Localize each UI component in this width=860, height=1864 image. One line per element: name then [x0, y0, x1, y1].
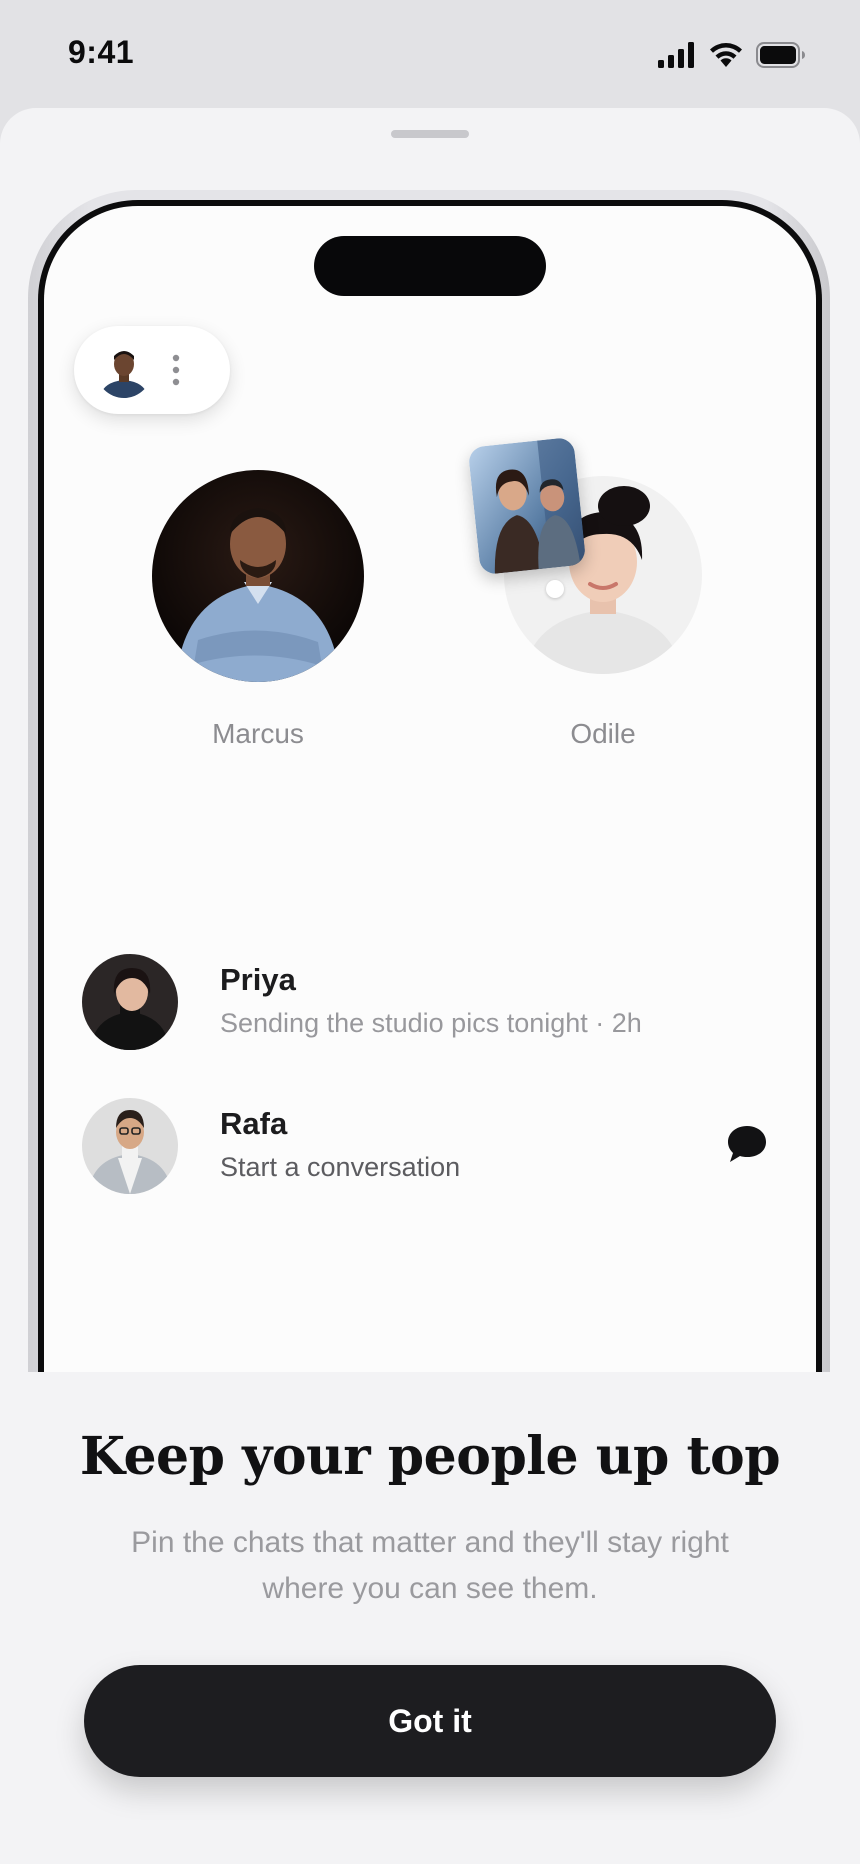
- user-avatar: [96, 342, 152, 398]
- chat-row-priya[interactable]: Priya Sending the studio pics tonight · …: [44, 934, 816, 1054]
- battery-icon: [756, 42, 805, 68]
- pinned-avatar-marcus[interactable]: [152, 470, 364, 682]
- chat-name: Rafa: [220, 1106, 288, 1141]
- phone-mockup: Marcus Odile Priya Sending the studio pi…: [38, 200, 822, 1480]
- profile-menu-pill[interactable]: [74, 326, 230, 414]
- chat-preview: Start a conversation: [220, 1152, 461, 1182]
- got-it-button[interactable]: Got it: [84, 1665, 776, 1777]
- story-preview-card[interactable]: [467, 436, 587, 576]
- status-icons: [658, 40, 806, 70]
- story-indicator-dot: [546, 580, 564, 598]
- story-photo: [467, 436, 587, 576]
- chat-name: Priya: [220, 962, 296, 997]
- chat-preview: Sending the studio pics tonight · 2h: [220, 1008, 642, 1038]
- avatar: [82, 1098, 178, 1194]
- pinned-name-odile: Odile: [570, 718, 636, 749]
- dynamic-island: [314, 236, 546, 296]
- chat-bubble-icon[interactable]: [726, 1124, 768, 1164]
- onboarding-title: Keep your people up top: [79, 1426, 781, 1487]
- phone-screen: Marcus Odile Priya Sending the studio pi…: [44, 206, 816, 1480]
- more-vertical-icon[interactable]: [164, 350, 188, 390]
- sheet-grabber[interactable]: [391, 130, 469, 138]
- status-bar: 9:41: [0, 0, 860, 108]
- status-time: 9:41: [68, 34, 135, 70]
- avatar: [82, 954, 178, 1050]
- signal-icon: [658, 42, 694, 68]
- wifi-icon: [710, 43, 742, 67]
- pinned-name-marcus: Marcus: [212, 718, 304, 749]
- chat-row-rafa[interactable]: Rafa Start a conversation: [44, 1078, 816, 1198]
- onboarding-description: Pin the chats that matter and they'll st…: [131, 1526, 729, 1605]
